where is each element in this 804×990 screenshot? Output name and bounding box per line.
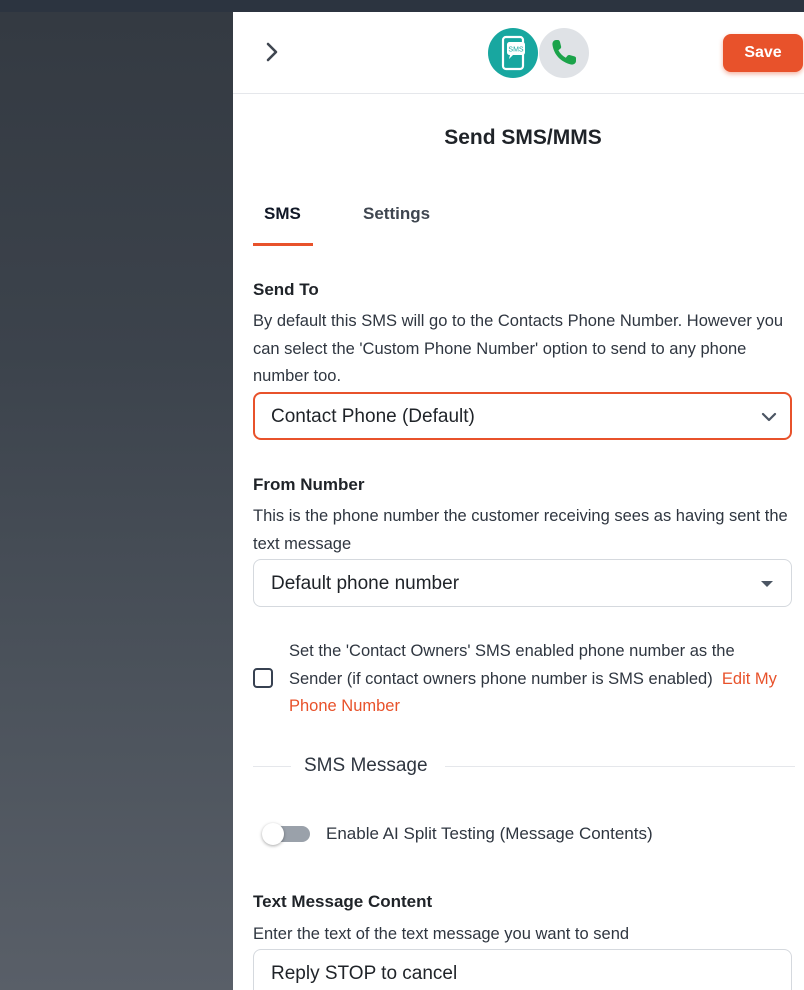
tab-settings[interactable]: Settings: [363, 204, 430, 224]
sms-action-panel: SMS Save Send SMS/MMS SMS Settings Send …: [233, 12, 804, 990]
ai-split-testing-toggle[interactable]: [262, 823, 310, 845]
toggle-knob: [262, 823, 284, 845]
contact-owner-checkbox[interactable]: [253, 668, 273, 688]
background-overlay[interactable]: [0, 12, 233, 990]
divider: [253, 766, 291, 767]
text-message-content-label: Text Message Content: [253, 892, 433, 911]
collapse-panel-button[interactable]: [259, 39, 285, 65]
send-to-select[interactable]: Contact Phone (Default): [253, 392, 792, 440]
send-to-label: Send To: [253, 280, 319, 299]
sms-icon: SMS: [488, 28, 538, 78]
send-to-description: By default this SMS will go to the Conta…: [253, 312, 784, 385]
sms-icon-text: SMS: [508, 47, 524, 54]
page-title: Send SMS/MMS: [444, 126, 602, 149]
chevron-down-icon: [761, 412, 777, 422]
chevron-right-icon: [266, 42, 278, 62]
text-message-input[interactable]: Reply STOP to cancel: [253, 949, 792, 990]
text-message-value: Reply STOP to cancel: [271, 963, 458, 984]
from-number-select[interactable]: Default phone number: [253, 559, 792, 607]
top-bar: [0, 0, 804, 12]
contact-owner-checkbox-label: Set the 'Contact Owners' SMS enabled pho…: [289, 638, 779, 721]
divider: [445, 766, 795, 767]
from-number-label: From Number: [253, 475, 365, 494]
active-tab-indicator: [253, 243, 313, 246]
save-button[interactable]: Save: [723, 34, 803, 72]
caret-down-icon: [761, 581, 773, 587]
from-number-select-value: Default phone number: [271, 573, 460, 594]
send-to-select-value: Contact Phone (Default): [271, 406, 475, 427]
panel-header: SMS Save: [233, 12, 804, 94]
text-message-content-description: Enter the text of the text message you w…: [253, 925, 630, 943]
sms-message-section-title: SMS Message: [304, 755, 428, 776]
from-number-description: This is the phone number the customer re…: [253, 507, 788, 553]
tab-sms[interactable]: SMS: [264, 204, 301, 224]
contact-owner-text: Set the 'Contact Owners' SMS enabled pho…: [289, 642, 735, 688]
phone-icon: [539, 28, 589, 78]
ai-split-testing-label: Enable AI Split Testing (Message Content…: [326, 824, 653, 843]
